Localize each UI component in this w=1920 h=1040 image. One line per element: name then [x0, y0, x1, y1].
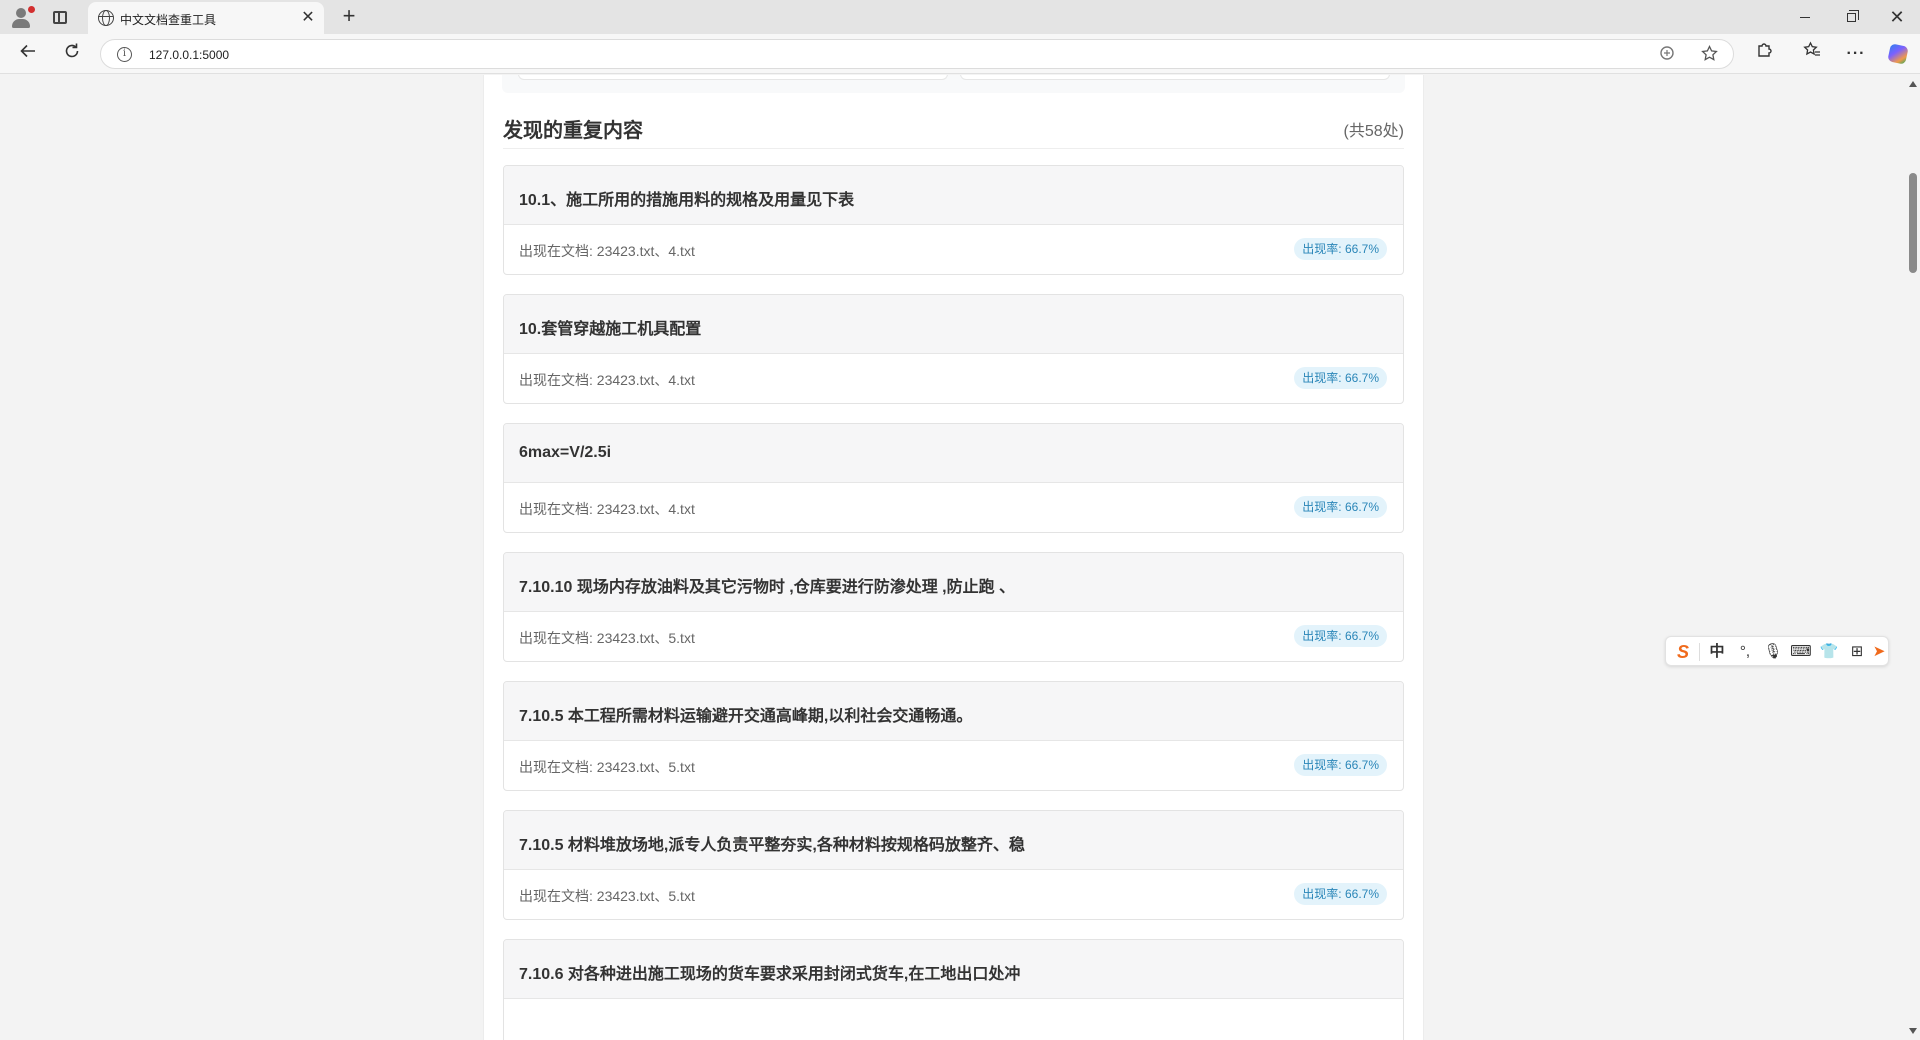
duplicate-meta: 出现在文档: 23423.txt、5.txt 出现率: 66.7%	[504, 741, 1403, 790]
duplicate-item: 7.10.10 现场内存放油料及其它污物时 ,仓库要进行防渗处理 ,防止跑 、 …	[503, 552, 1404, 662]
ime-extra-icon[interactable]: ➤	[1868, 641, 1890, 663]
window-close-button[interactable]: ✕	[1874, 0, 1920, 34]
occurrence-rate-badge: 出现率: 66.7%	[1294, 238, 1387, 260]
add-favorite-star-icon[interactable]	[1699, 44, 1719, 65]
globe-icon	[98, 10, 114, 26]
page-viewport: 发现的重复内容 (共58处) 10.1、施工所用的措施用料的规格及用量见下表 出…	[0, 75, 1906, 1040]
occurrence-rate-badge: 出现率: 66.7%	[1294, 367, 1387, 389]
scroll-up-arrow-icon[interactable]	[1909, 81, 1917, 87]
favorites-icon[interactable]	[1798, 40, 1826, 68]
duplicate-item: 10.1、施工所用的措施用料的规格及用量见下表 出现在文档: 23423.txt…	[503, 165, 1404, 275]
duplicate-text: 10.1、施工所用的措施用料的规格及用量见下表	[504, 166, 1403, 225]
scroll-down-arrow-icon[interactable]	[1909, 1028, 1917, 1034]
occurrence-rate-badge: 出现率: 66.7%	[1294, 625, 1387, 647]
duplicate-item: 6max=V/2.5i 出现在文档: 23423.txt、4.txt 出现率: …	[503, 423, 1404, 533]
copilot-icon[interactable]	[1884, 40, 1912, 68]
duplicate-text: 6max=V/2.5i	[504, 424, 1403, 483]
documents-list: 出现在文档: 23423.txt、5.txt	[519, 759, 695, 775]
page-scrollbar[interactable]	[1906, 75, 1920, 1040]
ime-logo-icon[interactable]: S	[1672, 641, 1694, 663]
duplicate-meta	[504, 999, 1403, 1040]
more-menu-icon[interactable]: ···	[1842, 40, 1870, 68]
duplicate-item: 10.套管穿越施工机具配置 出现在文档: 23423.txt、4.txt 出现率…	[503, 294, 1404, 404]
browser-tab-strip: 中文文档查重工具 ✕ + ✕	[0, 0, 1920, 34]
url-text[interactable]: 127.0.0.1:5000	[149, 48, 229, 62]
duplicate-meta: 出现在文档: 23423.txt、4.txt 出现率: 66.7%	[504, 225, 1403, 274]
duplicate-meta: 出现在文档: 23423.txt、5.txt 出现率: 66.7%	[504, 612, 1403, 661]
main-container: 发现的重复内容 (共58处) 10.1、施工所用的措施用料的规格及用量见下表 出…	[483, 75, 1424, 1040]
duplicate-text: 10.套管穿越施工机具配置	[504, 295, 1403, 354]
duplicate-text: 7.10.6 对各种进出施工现场的货车要求采用封闭式货车,在工地出口处冲	[504, 940, 1403, 999]
ime-language-toggle[interactable]: 中	[1706, 641, 1728, 663]
duplicate-item: 7.10.5 材料堆放场地,派专人负责平整夯实,各种材料按规格码放整齐、稳 出现…	[503, 810, 1404, 920]
occurrence-rate-badge: 出现率: 66.7%	[1294, 754, 1387, 776]
duplicate-list: 10.1、施工所用的措施用料的规格及用量见下表 出现在文档: 23423.txt…	[503, 165, 1404, 1040]
read-aloud-icon[interactable]	[1657, 45, 1677, 65]
duplicate-meta: 出现在文档: 23423.txt、4.txt 出现率: 66.7%	[504, 483, 1403, 532]
duplicate-item: 7.10.5 本工程所需材料运输避开交通高峰期,以利社会交通畅通。 出现在文档:…	[503, 681, 1404, 791]
tab-title: 中文文档查重工具	[120, 13, 217, 27]
documents-list: 出现在文档: 23423.txt、4.txt	[519, 501, 695, 517]
duplicate-meta: 出现在文档: 23423.txt、5.txt 出现率: 66.7%	[504, 870, 1403, 919]
back-arrow-icon[interactable]	[14, 40, 42, 68]
stat-box	[518, 75, 948, 80]
documents-list: 出现在文档: 23423.txt、4.txt	[519, 243, 695, 259]
duplicate-text: 7.10.10 现场内存放油料及其它污物时 ,仓库要进行防渗处理 ,防止跑 、	[504, 553, 1403, 612]
browser-toolbar: i 127.0.0.1:5000 ···	[0, 34, 1920, 74]
ime-punctuation-icon[interactable]: °,	[1734, 641, 1756, 663]
ime-keyboard-icon[interactable]: ⌨	[1790, 641, 1812, 663]
documents-list: 出现在文档: 23423.txt、5.txt	[519, 630, 695, 646]
duplicate-text: 7.10.5 材料堆放场地,派专人负责平整夯实,各种材料按规格码放整齐、稳	[504, 811, 1403, 870]
ime-toolbar[interactable]: S 中 °, 🎙 ⌨ 👕 ⊞ ➤	[1665, 636, 1889, 666]
address-bar[interactable]: i 127.0.0.1:5000	[100, 39, 1734, 69]
section-title: 发现的重复内容	[503, 120, 643, 142]
restore-button[interactable]	[1828, 0, 1874, 34]
profile-icon[interactable]	[8, 4, 36, 30]
documents-list: 出现在文档: 23423.txt、4.txt	[519, 372, 695, 388]
extensions-puzzle-icon[interactable]	[1750, 40, 1778, 68]
tab-actions-icon[interactable]	[46, 4, 74, 30]
occurrence-rate-badge: 出现率: 66.7%	[1294, 496, 1387, 518]
browser-tab-active[interactable]: 中文文档查重工具 ✕	[88, 2, 324, 34]
scrollbar-thumb[interactable]	[1909, 173, 1917, 273]
new-tab-button[interactable]: +	[336, 4, 362, 30]
duplicate-item: 7.10.6 对各种进出施工现场的货车要求采用封闭式货车,在工地出口处冲	[503, 939, 1404, 1040]
minimize-button[interactable]	[1782, 0, 1828, 34]
previous-section-tail	[502, 75, 1405, 93]
site-info-icon[interactable]: i	[117, 47, 132, 62]
occurrence-rate-badge: 出现率: 66.7%	[1294, 883, 1387, 905]
duplicate-count: (共58处)	[1343, 123, 1404, 140]
tab-close-icon[interactable]: ✕	[298, 8, 318, 28]
ime-voice-icon[interactable]: 🎙	[1762, 641, 1784, 663]
duplicates-header: 发现的重复内容 (共58处)	[503, 107, 1404, 149]
ime-toolbox-icon[interactable]: ⊞	[1846, 641, 1868, 663]
reload-icon[interactable]	[58, 40, 86, 68]
duplicate-text: 7.10.5 本工程所需材料运输避开交通高峰期,以利社会交通畅通。	[504, 682, 1403, 741]
ime-skin-icon[interactable]: 👕	[1818, 641, 1840, 663]
stat-box	[960, 75, 1390, 80]
documents-list: 出现在文档: 23423.txt、5.txt	[519, 888, 695, 904]
duplicate-meta: 出现在文档: 23423.txt、4.txt 出现率: 66.7%	[504, 354, 1403, 403]
